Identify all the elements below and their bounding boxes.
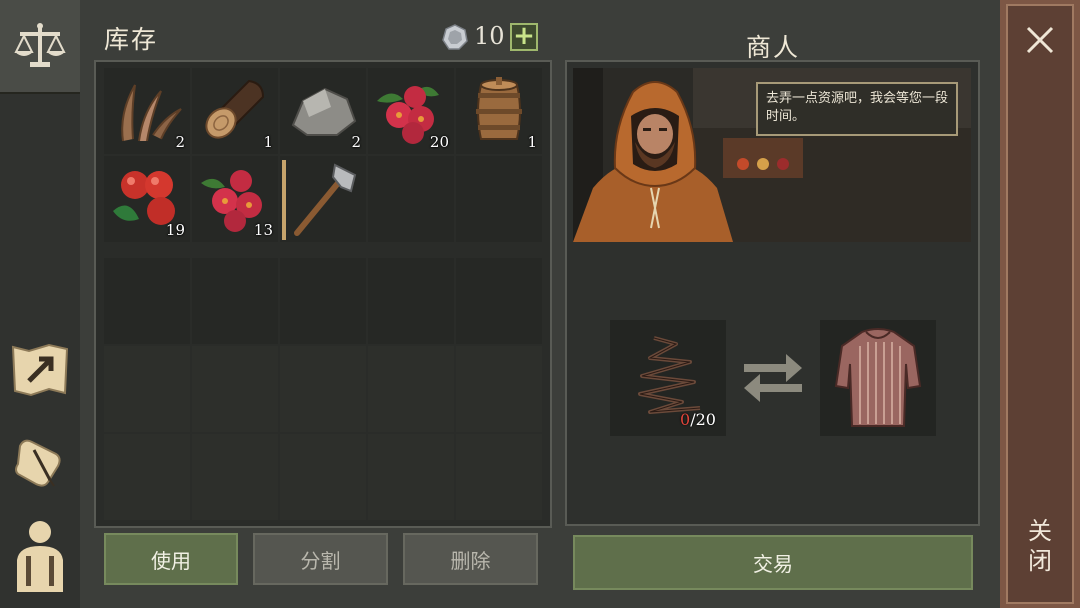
inventory-grid-top: 2 1 2 20 1 19 13 [104,68,542,242]
trade-button[interactable]: 交易 [573,535,973,590]
inventory-slot[interactable] [280,434,366,520]
close-button[interactable] [1018,18,1062,62]
plus-icon: + [513,21,535,51]
character-icon[interactable] [6,521,74,592]
split-button[interactable]: 分割 [253,533,388,585]
inventory-slot[interactable] [280,258,366,344]
merchant-dialog: 去弄一点资源吧，我会等您一段时间。 [756,82,958,136]
coin-icon [442,24,468,50]
inventory-slot[interactable] [456,434,542,520]
stone-icon [291,87,357,136]
inventory-slot[interactable]: 20 [368,68,454,154]
inventory-slot[interactable]: 13 [192,156,278,242]
trade-need-count: /20 [690,410,716,429]
delete-button[interactable]: 删除 [403,533,538,585]
inventory-slot[interactable] [192,434,278,520]
item-quantity: 20 [429,133,449,151]
barrel-icon [476,77,522,140]
coin-count: 10 [474,22,505,50]
log-icon [205,79,265,139]
inventory-slot[interactable] [368,258,454,344]
item-quantity: 13 [253,221,273,239]
inventory-slot[interactable] [104,434,190,520]
inventory-slot[interactable]: 2 [280,68,366,154]
sidebar-tab-trade[interactable] [0,0,80,94]
inventory-slot[interactable]: 1 [192,68,278,154]
sidebar [0,0,80,608]
merchant-title: 商人 [746,33,801,62]
trade-input-slot[interactable]: 0/20 [610,320,726,436]
scales-icon [6,12,74,80]
add-coins-button[interactable]: + [510,23,538,51]
item-quantity: 2 [351,133,361,151]
close-label[interactable]: 关闭 [1022,516,1058,576]
hatchet-icon [294,163,357,236]
close-panel-inner [1006,4,1074,604]
close-icon [1026,26,1054,54]
inventory-slot[interactable] [368,346,454,432]
map-icon[interactable] [6,336,74,404]
exchange-arrows-icon [744,354,802,402]
chainmail-shirt-icon [834,328,922,427]
scroll-quill-icon[interactable] [6,428,74,496]
item-quantity: 19 [165,221,185,239]
inventory-slot[interactable] [280,346,366,432]
inventory-slot[interactable] [104,346,190,432]
inventory-slot[interactable] [104,258,190,344]
inventory-slot[interactable] [368,434,454,520]
inventory-slot[interactable] [456,258,542,344]
inventory-grid-bottom [104,258,542,520]
inventory-slot[interactable]: 19 [104,156,190,242]
item-quantity: 2 [175,133,185,151]
inventory-slot[interactable] [192,346,278,432]
inventory-slot[interactable] [456,156,542,242]
inventory-slot[interactable] [456,346,542,432]
inventory-slot[interactable]: 2 [104,68,190,154]
inventory-title: 库存 [104,25,159,54]
fiber-icon [121,84,182,142]
inventory-slot[interactable]: 1 [456,68,542,154]
inventory-slot[interactable] [192,258,278,344]
inventory-slot[interactable] [368,156,454,242]
trade-requirement: 0/20 [680,410,716,429]
use-button[interactable]: 使用 [104,533,238,585]
trade-have-count: 0 [680,410,691,429]
inventory-slot[interactable] [280,156,366,242]
item-quantity: 1 [527,133,537,151]
trade-output-slot[interactable] [820,320,936,436]
item-quantity: 1 [263,133,273,151]
